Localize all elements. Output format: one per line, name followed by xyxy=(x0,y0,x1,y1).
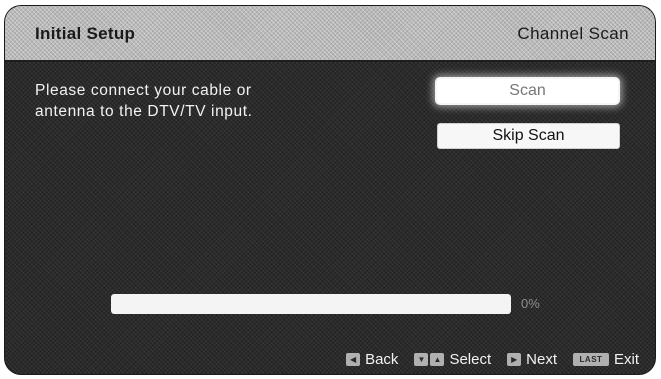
instruction-line-1: Please connect your cable or xyxy=(35,82,252,99)
scan-progress-fill xyxy=(111,294,511,314)
instruction-line-2: antenna to the DTV/TV input. xyxy=(35,103,253,120)
section-title: Channel Scan xyxy=(517,24,629,43)
select-hint[interactable]: ▼ ▲ Select xyxy=(414,351,491,368)
instruction-text: Please connect your cable or antenna to … xyxy=(35,80,335,122)
footer-hints: ◀ Back ▼ ▲ Select ▶ Next LAST Exit xyxy=(346,351,639,368)
up-arrow-key-icon: ▲ xyxy=(430,353,445,366)
scan-progress-label: 0% xyxy=(521,296,540,311)
setup-screen: Initial Setup Channel Scan Please connec… xyxy=(5,6,655,374)
down-arrow-key-icon: ▼ xyxy=(414,353,429,366)
left-arrow-key-icon: ◀ xyxy=(346,353,361,366)
scan-button[interactable]: Scan xyxy=(437,79,618,103)
last-key-icon: LAST xyxy=(572,353,609,366)
skip-scan-button[interactable]: Skip Scan xyxy=(437,123,620,149)
page-title: Initial Setup xyxy=(35,24,136,43)
next-label: Next xyxy=(526,351,557,368)
title-bar: Initial Setup Channel Scan xyxy=(5,6,655,62)
back-hint[interactable]: ◀ Back xyxy=(346,351,398,368)
exit-label: Exit xyxy=(613,351,639,368)
scan-progress-bar xyxy=(111,294,511,314)
select-label: Select xyxy=(449,351,492,368)
back-label: Back xyxy=(365,351,399,368)
next-hint[interactable]: ▶ Next xyxy=(507,351,557,368)
right-arrow-key-icon: ▶ xyxy=(507,353,522,366)
exit-hint[interactable]: LAST Exit xyxy=(572,351,639,368)
